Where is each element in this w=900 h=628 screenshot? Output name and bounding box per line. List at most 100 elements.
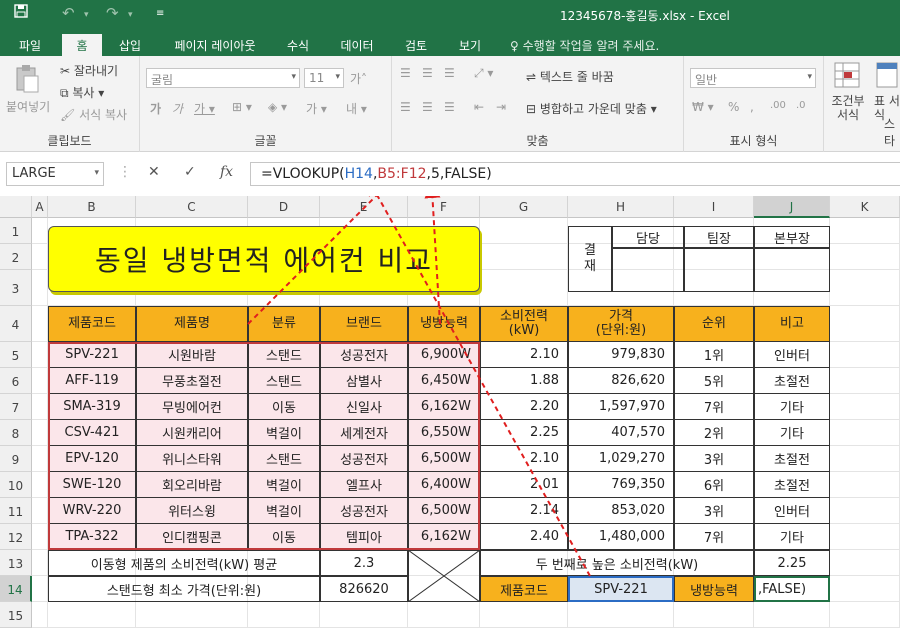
undo-dropdown-icon[interactable]: ▾ [84,10,89,20]
row-header[interactable]: 15 [0,602,32,628]
table-cell[interactable]: 6,162W [408,524,480,550]
table-cell[interactable]: 기타 [754,420,830,446]
table-cell[interactable]: 3위 [674,498,754,524]
table-cell[interactable]: 2.40 [480,524,568,550]
table-cell[interactable]: 성공전자 [320,446,408,472]
align-right-icon[interactable]: ☰ [444,100,455,114]
approval-sign-box[interactable] [754,248,830,292]
table-cell[interactable]: SWE-120 [48,472,136,498]
table-cell[interactable]: 인버터 [754,342,830,368]
title-banner[interactable]: 동일 냉방면적 에어컨 비교 [48,226,480,292]
table-cell[interactable]: 이동 [248,524,320,550]
table-cell[interactable]: 6,900W [408,342,480,368]
select-all-corner[interactable] [0,196,32,218]
table-cell[interactable]: 무풍초절전 [136,368,248,394]
name-box[interactable]: LARGE ▾ [6,162,104,186]
row-header[interactable]: 3 [0,270,32,306]
table-cell[interactable]: 1위 [674,342,754,368]
align-left-icon[interactable]: ☰ [400,100,411,114]
tab-review[interactable]: 검토 [396,34,436,56]
table-cell[interactable]: 기타 [754,524,830,550]
table-cell[interactable]: 성공전자 [320,498,408,524]
table-cell[interactable]: 인버터 [754,498,830,524]
row-header[interactable]: 12 [0,524,32,550]
borders-icon[interactable]: ⊞ ▾ [232,100,252,114]
align-bottom-icon[interactable]: ☰ [444,66,455,80]
undo-icon[interactable]: ↶ [62,4,75,22]
table-cell[interactable]: 769,350 [568,472,674,498]
avg-value-cell[interactable]: 2.3 [320,550,408,576]
wrap-text-button[interactable]: ⇌ 텍스트 줄 바꿈 [526,68,614,85]
active-editing-cell[interactable]: ,FALSE) [754,576,830,602]
table-cell[interactable]: 세계전자 [320,420,408,446]
table-cell[interactable]: 성공전자 [320,342,408,368]
table-cell[interactable]: 무빙에어컨 [136,394,248,420]
number-format-combo[interactable]: 일반 ▾ [690,68,816,88]
redo-icon[interactable]: ↷ [106,4,119,22]
row-header[interactable]: 7 [0,394,32,420]
redo-dropdown-icon[interactable]: ▾ [128,10,133,20]
column-header[interactable]: J [754,196,830,218]
table-cell[interactable]: 853,020 [568,498,674,524]
table-cell[interactable]: 시원바람 [136,342,248,368]
table-cell[interactable]: 6,550W [408,420,480,446]
tab-file[interactable]: 파일 [10,34,50,56]
table-cell[interactable]: 2위 [674,420,754,446]
align-top-icon[interactable]: ☰ [400,66,411,80]
table-cell[interactable]: 스탠드 [248,342,320,368]
formula-input[interactable]: =VLOOKUP(H14,B5:F12,5,FALSE) [250,162,900,186]
table-cell[interactable]: 2.20 [480,394,568,420]
table-header-cell[interactable]: 브랜드 [320,306,408,342]
table-cell[interactable]: CSV-421 [48,420,136,446]
approval-header[interactable]: 본부장 [754,226,830,248]
avg-label-cell[interactable]: 이동형 제품의 소비전력(kW) 평균 [48,550,320,576]
table-cell[interactable]: 인디캠핑콘 [136,524,248,550]
row-header[interactable]: 6 [0,368,32,394]
table-cell[interactable]: 979,830 [568,342,674,368]
column-header[interactable]: E [320,196,408,218]
tell-me-box[interactable]: ♀ 수행할 작업을 알려 주세요. [510,37,659,54]
column-header[interactable]: H [568,196,674,218]
table-cell[interactable]: 7위 [674,524,754,550]
row-header[interactable]: 10 [0,472,32,498]
table-cell[interactable]: 위터스윙 [136,498,248,524]
table-cell[interactable]: 삼별사 [320,368,408,394]
comma-icon[interactable]: , [750,100,754,114]
row-header[interactable]: 1 [0,218,32,244]
table-cell[interactable]: EPV-120 [48,446,136,472]
min-price-label-cell[interactable]: 스탠드형 최소 가격(단위:원) [48,576,320,602]
table-header-cell[interactable]: 제품코드 [48,306,136,342]
table-header-cell[interactable]: 가격 (단위:원) [568,306,674,342]
font-size-combo[interactable]: 11 ▾ [304,68,344,88]
column-header[interactable]: F [408,196,480,218]
second-label-cell[interactable]: 두 번째로 높은 소비전력(kW) [480,550,754,576]
save-icon[interactable] [14,4,28,22]
column-header[interactable]: I [674,196,754,218]
row-header[interactable]: 4 [0,306,32,342]
decrease-indent-icon[interactable]: ⇤ [474,100,484,114]
row-header[interactable]: 13 [0,550,32,576]
tab-page-layout[interactable]: 페이지 레이아웃 [160,34,270,56]
conditional-format-icon[interactable] [834,62,860,91]
row-header[interactable]: 2 [0,244,32,270]
align-middle-icon[interactable]: ☰ [422,66,433,80]
table-cell[interactable]: 7위 [674,394,754,420]
table-format-icon[interactable] [876,62,898,91]
currency-icon[interactable]: ₩ ▾ [692,100,714,114]
table-cell[interactable]: 2.10 [480,446,568,472]
table-cell[interactable]: 엘프사 [320,472,408,498]
table-cell[interactable]: 기타 [754,394,830,420]
table-cell[interactable]: 신일사 [320,394,408,420]
code-value-cell[interactable]: SPV-221 [568,576,674,602]
table-header-cell[interactable]: 냉방능력 [408,306,480,342]
decrease-decimal-icon[interactable]: .0 [796,100,806,111]
table-cell[interactable]: 407,570 [568,420,674,446]
row-header[interactable]: 8 [0,420,32,446]
table-cell[interactable]: 6,162W [408,394,480,420]
insert-function-icon[interactable]: fx [220,164,233,180]
merge-center-button[interactable]: ⊟ 병합하고 가운데 맞춤 ▾ [526,100,657,117]
tab-insert[interactable]: 삽입 [110,34,150,56]
column-header[interactable]: D [248,196,320,218]
table-header-cell[interactable]: 소비전력 (kW) [480,306,568,342]
table-cell[interactable]: 6,500W [408,498,480,524]
